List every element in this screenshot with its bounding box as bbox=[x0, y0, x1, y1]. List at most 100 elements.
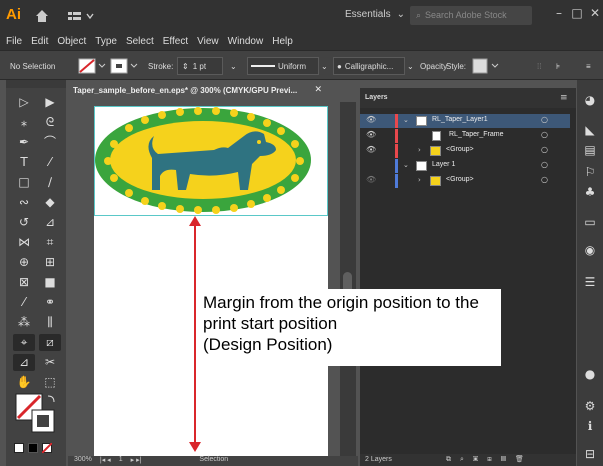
workspace-dropdown[interactable]: Essentials ⌄ bbox=[345, 9, 405, 20]
layers-scrollbar[interactable] bbox=[570, 108, 576, 454]
graphic-style-swatch[interactable] bbox=[472, 57, 502, 75]
free-transform-tool-icon[interactable]: ⌗ bbox=[39, 234, 61, 251]
column-graph-tool-icon[interactable]: ⫼ bbox=[39, 314, 61, 331]
layer-row[interactable]: 👁 RL_Taper_Frame ○ bbox=[360, 129, 570, 143]
menu-type[interactable]: Type bbox=[95, 36, 117, 47]
symbols-icon[interactable]: ♣ bbox=[580, 182, 600, 202]
line-tool-icon[interactable]: ⁄ bbox=[39, 154, 61, 171]
shape-builder-tool-icon[interactable]: ⊕ bbox=[13, 254, 35, 271]
eyedropper-tool-icon[interactable]: ⁄ bbox=[13, 294, 35, 311]
libraries-icon[interactable]: ▤ bbox=[580, 140, 600, 160]
align-icon[interactable]: ⁞⁞ bbox=[537, 57, 541, 75]
menu-object[interactable]: Object bbox=[57, 36, 86, 47]
scale-tool-icon[interactable]: ⊿ bbox=[39, 214, 61, 231]
chevron-down-icon[interactable]: ⌄ bbox=[321, 57, 328, 75]
menu-edit[interactable]: Edit bbox=[31, 36, 48, 47]
brush-definition[interactable]: ● Calligraphic... bbox=[333, 57, 405, 75]
close-window-button[interactable]: ✕ bbox=[583, 0, 603, 28]
menu-view[interactable]: View bbox=[197, 36, 219, 47]
align-panel-icon[interactable]: ⚙ bbox=[580, 396, 600, 416]
stroke-swatch[interactable] bbox=[110, 57, 140, 75]
menu-effect[interactable]: Effect bbox=[163, 36, 188, 47]
menu-help[interactable]: Help bbox=[272, 36, 293, 47]
selection-tool-icon[interactable]: ▷ bbox=[13, 94, 35, 111]
rectangle-tool-icon[interactable]: □ bbox=[13, 174, 35, 191]
shaper-tool-icon[interactable]: ∾ bbox=[13, 194, 35, 211]
eraser-slice-tool-icon[interactable]: ⊿ bbox=[13, 354, 35, 371]
opacity-link[interactable]: Opacity bbox=[420, 57, 447, 75]
print-tiling-tool-icon[interactable]: ⬚ bbox=[39, 374, 61, 391]
mesh-tool-icon[interactable]: ⊠ bbox=[13, 274, 35, 291]
workspace-switcher-icon[interactable] bbox=[66, 9, 98, 23]
stock-search-input[interactable]: ⌕ Search Adobe Stock bbox=[410, 6, 532, 25]
none-mode-icon[interactable] bbox=[42, 443, 52, 453]
eraser-tool-icon[interactable]: ◆ bbox=[39, 194, 61, 211]
layer-row[interactable]: 👁 ⌄ RL_Taper_Layer1 ○ bbox=[360, 114, 570, 128]
layer-row[interactable]: 👁 › <Group> ○ bbox=[360, 144, 570, 158]
target-circle-icon[interactable]: ○ bbox=[541, 175, 548, 184]
properties-icon[interactable]: ◣ bbox=[580, 120, 600, 140]
variable-width-profile[interactable]: Uniform bbox=[247, 57, 319, 75]
visibility-eye-icon[interactable]: 👁 bbox=[366, 175, 376, 184]
slice-tool-icon[interactable]: ⧄ bbox=[39, 334, 61, 351]
target-circle-icon[interactable]: ○ bbox=[541, 115, 548, 124]
vertical-scrollbar[interactable] bbox=[340, 102, 356, 456]
brushes-icon[interactable]: ⚐ bbox=[580, 162, 600, 182]
perspective-grid-tool-icon[interactable]: ⊞ bbox=[39, 254, 61, 271]
visibility-eye-icon[interactable]: 👁 bbox=[366, 145, 376, 154]
menu-select[interactable]: Select bbox=[126, 36, 154, 47]
menu-window[interactable]: Window bbox=[228, 36, 264, 47]
target-circle-icon[interactable]: ○ bbox=[541, 145, 548, 154]
chevron-down-icon[interactable]: ⌄ bbox=[230, 57, 237, 75]
panel-menu-icon[interactable]: ≡ bbox=[560, 93, 568, 103]
hand-tool-icon[interactable]: ✋ bbox=[13, 374, 35, 391]
rotate-tool-icon[interactable]: ↺ bbox=[13, 214, 35, 231]
stroke-icon[interactable]: ☰ bbox=[580, 272, 600, 292]
expand-chevron-icon[interactable]: › bbox=[418, 146, 421, 154]
expand-chevron-icon[interactable]: › bbox=[418, 176, 421, 184]
layer-action-icons[interactable]: ⧉⌕▣⊞▤🗑 bbox=[446, 455, 533, 464]
zoom-level[interactable]: 300% bbox=[74, 456, 92, 466]
gradient-tool-icon[interactable]: ■ bbox=[39, 274, 61, 291]
artboard-number[interactable]: 1 bbox=[119, 456, 123, 466]
expand-chevron-icon[interactable]: ⌄ bbox=[403, 161, 409, 169]
fill-stroke-icon[interactable] bbox=[14, 392, 58, 436]
artboard-navigator-prev-icon[interactable]: |◂ ◂ bbox=[100, 456, 111, 466]
pen-tool-icon[interactable]: ✒ bbox=[13, 134, 35, 151]
expand-chevron-icon[interactable]: ⌄ bbox=[403, 116, 409, 124]
target-circle-icon[interactable]: ○ bbox=[541, 160, 548, 169]
magic-wand-icon[interactable]: ⁎ bbox=[13, 114, 35, 131]
symbol-sprayer-tool-icon[interactable]: ⁂ bbox=[13, 314, 35, 331]
artboard-tool-icon[interactable]: ⌖ bbox=[13, 334, 35, 351]
layers-tab[interactable]: Layers bbox=[360, 88, 576, 108]
artboard-navigator-next-icon[interactable]: ▸ ▸| bbox=[131, 456, 142, 466]
info-icon[interactable]: ℹ bbox=[580, 416, 600, 436]
lasso-tool-icon[interactable]: ᘓ bbox=[39, 114, 61, 131]
document-tab[interactable]: Taper_sample_before_en.eps* @ 300% (CMYK… bbox=[68, 82, 328, 102]
chevron-down-icon[interactable]: ⌄ bbox=[407, 57, 414, 75]
home-icon[interactable] bbox=[34, 8, 50, 24]
fill-swatch[interactable] bbox=[78, 57, 108, 75]
menu-file[interactable]: File bbox=[6, 36, 22, 47]
swatches-icon[interactable]: ▭ bbox=[580, 212, 600, 232]
color-mode-icon[interactable] bbox=[14, 443, 24, 453]
curvature-tool-icon[interactable]: ⌒ bbox=[39, 134, 61, 151]
layer-row[interactable]: 👁 › <Group> ○ bbox=[360, 174, 570, 188]
gradient-mode-icon[interactable] bbox=[28, 443, 38, 453]
appearance-icon[interactable]: ◕ bbox=[580, 90, 600, 110]
visibility-eye-icon[interactable]: 👁 bbox=[366, 130, 376, 139]
width-tool-icon[interactable]: ⋈ bbox=[13, 234, 35, 251]
close-tab-icon[interactable]: ✕ bbox=[314, 85, 322, 95]
blend-tool-icon[interactable]: ⚭ bbox=[39, 294, 61, 311]
target-circle-icon[interactable]: ○ bbox=[541, 130, 548, 139]
color-icon[interactable]: ◉ bbox=[580, 240, 600, 260]
image-trace-icon[interactable]: ⊟ bbox=[580, 444, 600, 464]
layer-row[interactable]: ⌄ Layer 1 ○ bbox=[360, 159, 570, 173]
scissors-tool-icon[interactable]: ✂ bbox=[39, 354, 61, 371]
visibility-eye-icon[interactable]: 👁 bbox=[366, 115, 376, 124]
panel-grip[interactable] bbox=[6, 80, 66, 88]
transparency-icon[interactable]: ● bbox=[580, 364, 600, 384]
direct-selection-tool-icon[interactable]: ▶ bbox=[39, 94, 61, 111]
type-tool-icon[interactable]: T bbox=[13, 154, 35, 171]
panel-menu-icon[interactable]: ≡ bbox=[586, 57, 591, 75]
